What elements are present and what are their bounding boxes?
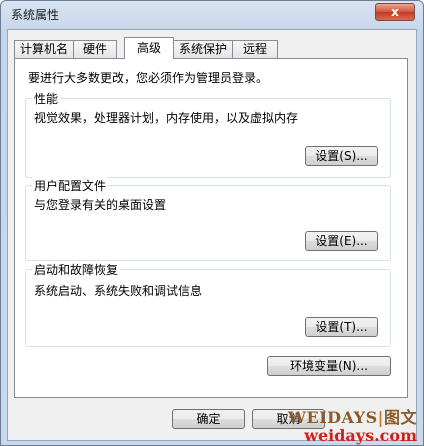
tab-hardware[interactable]: 硬件 xyxy=(73,40,117,58)
performance-group-title: 性能 xyxy=(32,90,61,107)
performance-settings-button[interactable]: 设置(S)... xyxy=(305,146,378,166)
user-profiles-group-title: 用户配置文件 xyxy=(32,177,109,194)
startup-recovery-description: 系统启动、系统失败和调试信息 xyxy=(34,284,203,298)
window-title: 系统属性 xyxy=(11,8,60,22)
admin-notice: 要进行大多数更改，您必须作为管理员登录。 xyxy=(28,71,269,85)
tab-advanced[interactable]: 高级 xyxy=(124,37,174,59)
startup-recovery-settings-button[interactable]: 设置(T)... xyxy=(305,317,378,337)
system-properties-window: 系统属性 x 计算机名 硬件 高级 系统保护 远程 要进行大多数更改，您必须作为… xyxy=(0,0,424,446)
performance-description: 视觉效果，处理器计划，内存使用，以及虚拟内存 xyxy=(34,111,299,125)
ok-button[interactable]: 确定 xyxy=(172,409,245,429)
title-bar[interactable]: 系统属性 x xyxy=(1,1,423,29)
tab-remote[interactable]: 远程 xyxy=(232,40,278,58)
environment-variables-button[interactable]: 环境变量(N)... xyxy=(267,356,391,376)
tab-system-protection[interactable]: 系统保护 xyxy=(173,40,233,58)
advanced-tab-panel: 要进行大多数更改，您必须作为管理员登录。 性能 视觉效果，处理器计划，内存使用，… xyxy=(14,58,408,398)
site-watermark: WEIDAYS|图文 weidays.com xyxy=(288,404,417,444)
watermark-url: weidays.com xyxy=(304,426,417,445)
startup-recovery-group-title: 启动和故障恢复 xyxy=(32,261,121,278)
tab-computer-name[interactable]: 计算机名 xyxy=(14,40,74,58)
performance-group: 性能 视觉效果，处理器计划，内存使用，以及虚拟内存 设置(S)... xyxy=(25,90,391,178)
user-profiles-group: 用户配置文件 与您登录有关的桌面设置 设置(E)... xyxy=(25,177,391,261)
user-profiles-description: 与您登录有关的桌面设置 xyxy=(34,198,167,212)
close-button[interactable]: x xyxy=(375,3,415,21)
watermark-brand: WEIDAYS xyxy=(288,408,378,427)
watermark-tag: 图文 xyxy=(383,408,417,427)
startup-recovery-group: 启动和故障恢复 系统启动、系统失败和调试信息 设置(T)... xyxy=(25,261,391,347)
dialog-client-area: 计算机名 硬件 高级 系统保护 远程 要进行大多数更改，您必须作为管理员登录。 … xyxy=(7,29,417,441)
user-profiles-settings-button[interactable]: 设置(E)... xyxy=(305,231,378,251)
